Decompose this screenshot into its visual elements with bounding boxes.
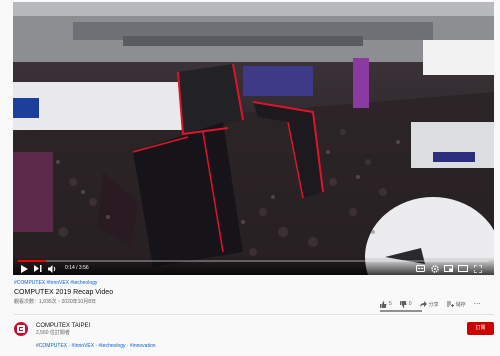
- video-hashtags[interactable]: #COMPUTEX #InnoVEX #technology: [14, 280, 97, 287]
- dislike-count: 0: [408, 301, 412, 307]
- channel-avatar[interactable]: [14, 322, 28, 336]
- theater-icon: [458, 265, 468, 272]
- volume-icon: [47, 264, 55, 273]
- more-button[interactable]: ⋯: [474, 301, 481, 308]
- next-icon: [33, 265, 41, 272]
- settings-icon: [430, 264, 439, 273]
- video-meta: 觀看次數：1,935次・2020年10月8日: [14, 299, 96, 305]
- settings-button[interactable]: [430, 264, 439, 273]
- like-button[interactable]: 5: [380, 300, 392, 308]
- play-icon: [21, 264, 28, 273]
- like-count: 5: [389, 301, 392, 307]
- dislike-button[interactable]: 0: [399, 300, 412, 308]
- volume-button[interactable]: [47, 264, 57, 273]
- divider: [14, 314, 494, 315]
- share-label: 分享: [428, 301, 439, 308]
- progress-played: [18, 260, 47, 262]
- subscriber-count: 2,560 位訂閱者: [36, 330, 70, 336]
- captions-button[interactable]: [416, 264, 425, 273]
- description-hashtags[interactable]: #COMPUTEX · #InnoVEX · #technology · #in…: [36, 343, 156, 350]
- subscribe-button[interactable]: 訂閱: [467, 322, 494, 335]
- share-icon: [419, 301, 427, 307]
- video-frame: [13, 2, 494, 275]
- video-title: COMPUTEX 2019 Recap Video: [14, 289, 114, 296]
- save-button[interactable]: 儲存: [446, 301, 466, 308]
- player-controls: 0:14 / 3:56: [13, 257, 494, 275]
- channel-name[interactable]: COMPUTEX TAIPEI: [36, 322, 90, 330]
- share-button[interactable]: 分享: [419, 301, 439, 308]
- captions-icon: [416, 265, 425, 272]
- video-player[interactable]: 0:14 / 3:56: [13, 2, 494, 275]
- like-ratio-fill: [380, 310, 422, 312]
- more-icon: ⋯: [473, 300, 481, 308]
- like-ratio-bar: [380, 310, 422, 312]
- miniplayer-icon: [444, 265, 453, 272]
- save-label: 儲存: [455, 301, 466, 308]
- thumbs-down-icon: [399, 300, 407, 308]
- fullscreen-icon: [473, 264, 482, 273]
- thumbs-up-icon: [380, 300, 387, 308]
- save-icon: [446, 301, 454, 307]
- video-actions: 5 0 分享 儲存 ⋯: [380, 300, 489, 308]
- miniplayer-button[interactable]: [444, 264, 453, 273]
- fullscreen-button[interactable]: [473, 264, 482, 273]
- play-button[interactable]: [20, 264, 29, 273]
- next-button[interactable]: [33, 264, 42, 273]
- time-display: 0:14 / 3:56: [65, 265, 89, 271]
- progress-bar[interactable]: [18, 260, 489, 262]
- channel-logo-icon: [17, 325, 25, 333]
- theater-button[interactable]: [458, 264, 468, 273]
